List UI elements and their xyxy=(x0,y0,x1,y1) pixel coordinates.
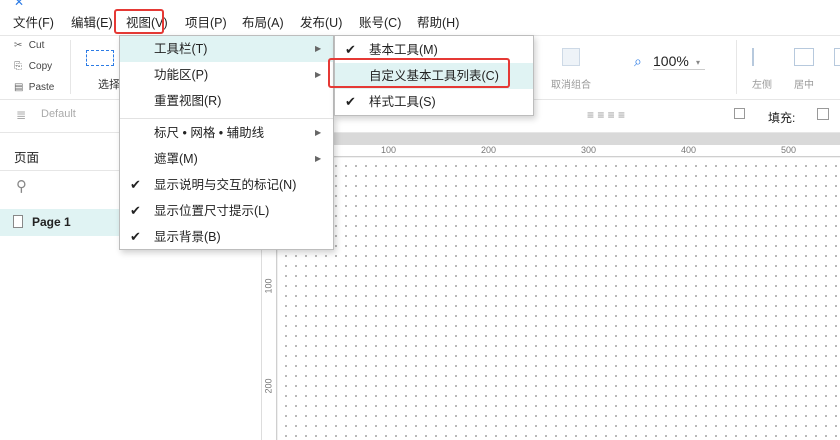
ruler-tick-label: 100 xyxy=(381,145,397,155)
fill-color-swatch[interactable] xyxy=(817,108,829,120)
customize-annotation xyxy=(328,58,510,88)
menu-layout[interactable]: 布局(A) xyxy=(242,10,284,36)
view-menu-ribbon[interactable]: 功能区(P) ▶ xyxy=(120,62,333,88)
checkmark-icon: ✔ xyxy=(345,94,356,109)
view-menu-toolbar-label: 工具栏(T) xyxy=(154,42,208,56)
search-icon[interactable]: ⚲ xyxy=(16,177,27,195)
view-menu-annotation xyxy=(114,9,164,34)
align-right-icon[interactable] xyxy=(834,48,840,66)
align-left-icon[interactable] xyxy=(752,48,772,66)
ruler-tick-label: 200 xyxy=(481,145,497,155)
horizontal-ruler: 100 200 300 400 500 xyxy=(263,145,840,157)
scissors-icon: ✂ xyxy=(14,40,23,51)
menu-publish[interactable]: 发布(U) xyxy=(300,10,342,36)
toolbar-divider xyxy=(70,40,71,94)
ungroup-label: 取消组合 xyxy=(551,80,591,91)
paste-button[interactable]: ▤ Paste xyxy=(14,82,54,93)
view-menu-show-position-label: 显示位置尺寸提示(L) xyxy=(154,204,270,218)
submenu-style-tools-label: 样式工具(S) xyxy=(369,95,436,109)
ruler-tick-label: 200 xyxy=(263,378,274,394)
paste-label: Paste xyxy=(28,82,55,93)
menu-separator xyxy=(120,118,333,119)
submenu-style-tools[interactable]: ✔ 样式工具(S) xyxy=(335,89,533,115)
ruler-tick-label: 500 xyxy=(781,145,797,155)
copy-label: Copy xyxy=(28,61,53,72)
submenu-arrow-icon: ▶ xyxy=(315,70,322,79)
canvas-area[interactable]: 100 200 300 400 500 100 200 xyxy=(263,133,840,440)
page-icon xyxy=(13,215,23,228)
style-icon: ≣ xyxy=(16,108,27,122)
select-label: 选择 xyxy=(98,79,120,91)
submenu-arrow-icon: ▶ xyxy=(315,128,322,137)
ruler-tick-label: 400 xyxy=(681,145,697,155)
ungroup-icon[interactable] xyxy=(562,48,580,66)
view-menu-reset-view-label: 重置视图(R) xyxy=(154,94,222,108)
view-menu-mask[interactable]: 遮罩(M) ▶ xyxy=(120,146,333,172)
ruler-tick-label: 100 xyxy=(263,278,274,294)
checkmark-icon: ✔ xyxy=(130,203,141,218)
view-menu-show-background-label: 显示背景(B) xyxy=(154,230,221,244)
menu-edit[interactable]: 编辑(E) xyxy=(71,10,113,36)
chevron-down-icon: ▾ xyxy=(696,58,701,67)
view-menu-rulers[interactable]: 标尺 • 网格 • 辅助线 ▶ xyxy=(120,120,333,146)
canvas-tab-bar xyxy=(263,133,840,145)
zoom-search-icon: ⌕ xyxy=(634,53,642,69)
app-logo-icon: ✕ xyxy=(14,0,25,9)
view-menu-dropdown: 工具栏(T) ▶ 功能区(P) ▶ 重置视图(R) 标尺 • 网格 • 辅助线 … xyxy=(119,35,334,250)
ruler-tick-label: 300 xyxy=(581,145,597,155)
menu-account[interactable]: 账号(C) xyxy=(359,10,401,36)
page-label: Page 1 xyxy=(32,215,71,229)
view-menu-mask-label: 遮罩(M) xyxy=(154,152,198,166)
style-select[interactable]: Default xyxy=(41,108,76,120)
menu-project[interactable]: 项目(P) xyxy=(185,10,227,36)
text-align-icons[interactable]: ≡ ≡ ≡ ≡ xyxy=(587,108,625,122)
align-left-label: 左侧 xyxy=(752,80,772,91)
view-menu-reset-view[interactable]: 重置视图(R) xyxy=(120,88,333,114)
cut-button[interactable]: ✂ Cut xyxy=(14,40,44,51)
view-menu-show-position[interactable]: ✔ 显示位置尺寸提示(L) xyxy=(120,198,333,224)
checkmark-icon: ✔ xyxy=(130,177,141,192)
view-menu-show-notes[interactable]: ✔ 显示说明与交互的标记(N) xyxy=(120,172,333,198)
view-menu-show-notes-label: 显示说明与交互的标记(N) xyxy=(154,178,297,192)
cut-label: Cut xyxy=(28,40,45,51)
menu-help[interactable]: 帮助(H) xyxy=(417,10,459,36)
submenu-arrow-icon: ▶ xyxy=(315,44,322,53)
paste-icon: ▤ xyxy=(14,82,24,93)
view-menu-toolbar[interactable]: 工具栏(T) ▶ xyxy=(120,36,333,62)
view-menu-ribbon-label: 功能区(P) xyxy=(154,68,209,82)
checkmark-icon: ✔ xyxy=(130,229,141,244)
submenu-arrow-icon: ▶ xyxy=(315,154,322,163)
menu-file[interactable]: 文件(F) xyxy=(13,10,54,36)
toolbar-divider xyxy=(736,40,737,94)
align-center-label: 居中 xyxy=(794,80,814,91)
checkbox-icon[interactable] xyxy=(734,108,745,119)
pages-title: 页面 xyxy=(14,151,40,165)
view-menu-show-background[interactable]: ✔ 显示背景(B) xyxy=(120,224,333,250)
copy-icon: ⎘ xyxy=(14,61,22,72)
copy-button[interactable]: ⎘ Copy xyxy=(14,61,52,72)
select-icon[interactable] xyxy=(86,50,114,66)
align-center-icon[interactable] xyxy=(794,48,814,66)
fill-label: 填充: xyxy=(768,111,796,125)
canvas-grid[interactable] xyxy=(278,158,840,440)
view-menu-rulers-label: 标尺 • 网格 • 辅助线 xyxy=(154,126,265,140)
